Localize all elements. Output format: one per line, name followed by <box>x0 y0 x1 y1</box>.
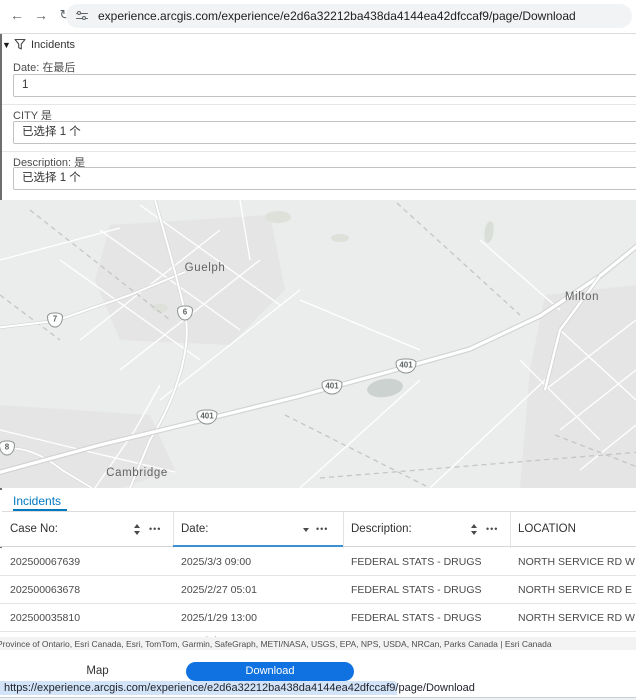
table-body: 202500067639 2025/3/3 09:00 FEDERAL STAT… <box>0 548 636 637</box>
cell-location: NORTH SERVICE RD E <box>518 584 632 596</box>
address-bar[interactable]: experience.arcgis.com/experience/e2d6a32… <box>66 4 632 28</box>
cell-location: NORTH SERVICE RD W <box>518 612 635 624</box>
table-row[interactable]: 202500063678 2025/2/27 05:01 FEDERAL STA… <box>0 576 636 604</box>
column-menu-icon[interactable]: ••• <box>486 512 498 547</box>
table-row[interactable]: 202500067639 2025/3/3 09:00 FEDERAL STAT… <box>0 548 636 576</box>
app-window: { "browser": { "url": "experience.arcgis… <box>0 0 636 700</box>
cell-location: NORTH SERVICE RD W <box>518 556 635 568</box>
page-nav-bar: Map Download <box>0 650 636 681</box>
sort-desc-icon-date[interactable] <box>303 528 309 532</box>
description-filter-value: 已选择 1 个 <box>22 172 81 184</box>
cell-date: 2025/3/3 09:00 <box>181 556 252 568</box>
city-filter-value: 已选择 1 个 <box>22 126 81 138</box>
browser-toolbar: ← → ↻ experience.arcgis.com/experience/e… <box>0 0 636 34</box>
filter-panel-header: ▼ Incidents <box>0 38 636 54</box>
map-attribution-bar: Province of Ontario, Esri Canada, Esri, … <box>0 637 636 650</box>
collapse-caret-icon[interactable]: ▼ <box>2 40 11 50</box>
sort-icon-description[interactable] <box>471 524 478 535</box>
cell-description: FEDERAL STATS - DRUGS <box>351 556 482 568</box>
filter-label-date: Date: 在最后 <box>13 62 76 74</box>
forward-icon[interactable]: → <box>30 4 52 26</box>
map-label-milton: Milton <box>564 291 600 303</box>
filter-divider <box>2 151 636 152</box>
sort-icon-caseno[interactable] <box>134 524 141 535</box>
site-info-icon[interactable] <box>76 10 90 22</box>
nav-link-map[interactable]: Map <box>70 665 125 677</box>
table-tab-bar: Incidents <box>0 490 636 512</box>
column-header-location[interactable]: LOCATION <box>518 512 576 547</box>
status-url-text: https://experience.arcgis.com/experience… <box>4 682 475 694</box>
cell-description: FEDERAL STATS - DRUGS <box>351 612 482 624</box>
cell-description: FEDERAL STATS - DRUGS <box>351 584 482 596</box>
cell-date: 2025/1/29 13:00 <box>181 612 257 624</box>
description-filter-select[interactable]: 已选择 1 个 <box>13 167 636 190</box>
table-header: Case No: Date: Description: LOCATION •••… <box>0 512 636 547</box>
column-header-date[interactable]: Date: <box>181 512 209 547</box>
attribution-text: Province of Ontario, Esri Canada, Esri, … <box>0 639 552 649</box>
cell-caseno: 202500035810 <box>10 612 81 624</box>
basemap-graphics <box>0 200 636 488</box>
map-label-cambridge: Cambridge <box>106 467 168 479</box>
cell-caseno: 202500063678 <box>10 584 81 596</box>
filter-funnel-icon[interactable] <box>14 38 26 56</box>
date-sort-active-underline <box>173 545 343 547</box>
tab-incidents[interactable]: Incidents <box>13 494 61 508</box>
cell-date: 2025/2/27 05:01 <box>181 584 257 596</box>
city-filter-select[interactable]: 已选择 1 个 <box>13 121 636 144</box>
column-header-caseno[interactable]: Case No: <box>10 512 58 547</box>
table-row[interactable]: 202500035810 2025/1/29 13:00 FEDERAL STA… <box>0 604 636 632</box>
date-filter-input[interactable] <box>13 74 636 97</box>
url-text: experience.arcgis.com/experience/e2d6a32… <box>98 9 576 23</box>
filter-title: Incidents <box>31 39 76 51</box>
cell-caseno: 202500067639 <box>10 556 81 568</box>
column-header-description[interactable]: Description: <box>351 512 412 547</box>
filter-divider <box>2 104 636 105</box>
browser-status-bubble: https://experience.arcgis.com/experience… <box>0 681 475 695</box>
download-button[interactable]: Download <box>186 662 354 681</box>
back-icon[interactable]: ← <box>6 4 28 26</box>
date-filter-value[interactable] <box>22 75 607 95</box>
column-menu-icon[interactable]: ••• <box>316 512 328 547</box>
column-menu-icon[interactable]: ••• <box>149 512 161 547</box>
map-label-guelph: Guelph <box>184 262 226 274</box>
map-widget[interactable]: Guelph Milton Cambridge 7 6 401 401 401 … <box>0 200 636 488</box>
